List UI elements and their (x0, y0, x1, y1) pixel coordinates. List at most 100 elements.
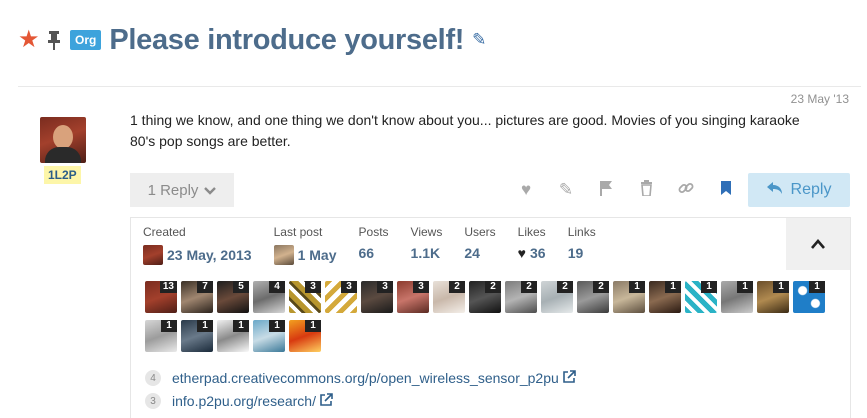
stat-label: Views (410, 225, 443, 239)
participant-avatar[interactable]: 2 (505, 281, 537, 313)
link-item: 3 info.p2pu.org/research/ (145, 393, 576, 409)
trash-icon[interactable] (626, 179, 666, 201)
post-actions: ♥ ✎ (506, 175, 746, 205)
post-count-badge: 3 (305, 281, 321, 293)
link-url[interactable]: info.p2pu.org/research/ (172, 393, 316, 409)
post-count-badge: 1 (269, 320, 285, 332)
link-url[interactable]: etherpad.creativecommons.org/p/open_wire… (172, 370, 559, 386)
stat-label: Users (464, 225, 496, 239)
post-count-badge: 7 (197, 281, 213, 293)
stat-label: Last post (273, 225, 323, 239)
stat-created: Created 23 May, 2013 (143, 225, 252, 265)
avatar[interactable] (273, 245, 294, 265)
username[interactable]: 1L2P (44, 166, 81, 184)
participant-avatar[interactable]: 1 (685, 281, 717, 313)
stat-value: 36 (529, 245, 546, 261)
participant-avatar[interactable]: 1 (145, 320, 177, 352)
heart-icon[interactable]: ♥ (506, 180, 546, 200)
participant-avatar[interactable]: 3 (325, 281, 357, 313)
post-count-badge: 4 (269, 281, 285, 293)
stat-likes: Likes ♥ 36 (518, 225, 546, 265)
post-count-badge: 3 (341, 281, 357, 293)
post-count-badge: 3 (413, 281, 429, 293)
participant-avatar[interactable]: 1 (793, 281, 825, 313)
participant-avatar[interactable]: 2 (469, 281, 501, 313)
stat-label: Links (567, 225, 596, 239)
participant-avatar[interactable]: 1 (649, 281, 681, 313)
post-count-badge: 1 (629, 281, 645, 293)
post-count-badge: 1 (305, 320, 321, 332)
topic-links: 4 etherpad.creativecommons.org/p/open_wi… (145, 370, 576, 416)
stat-label: Posts (358, 225, 389, 239)
avatar[interactable] (143, 245, 163, 265)
pencil-icon[interactable]: ✎ (546, 180, 586, 200)
post-count-badge: 1 (737, 281, 753, 293)
participant-avatar[interactable]: 3 (397, 281, 429, 313)
chevron-down-icon (204, 182, 217, 199)
participant-avatar[interactable]: 5 (217, 281, 249, 313)
participant-avatar[interactable]: 1 (289, 320, 321, 352)
stat-posts: Posts 66 (359, 225, 389, 265)
link-click-count: 3 (145, 393, 161, 409)
post-count-badge: 1 (665, 281, 681, 293)
pin-icon (46, 29, 62, 51)
post-count-badge: 3 (377, 281, 393, 293)
post-count-badge: 1 (701, 281, 717, 293)
external-link-icon (562, 370, 576, 386)
participant-avatar[interactable]: 3 (361, 281, 393, 313)
category-tag[interactable]: Org (70, 30, 102, 50)
participant-avatar[interactable]: 13 (145, 281, 177, 313)
reply-arrow-icon (766, 181, 783, 199)
post-count-badge: 13 (159, 281, 177, 293)
flag-icon[interactable] (586, 180, 626, 201)
post-body: 1 thing we know, and one thing we don't … (130, 112, 800, 149)
stat-value: 19 (567, 245, 584, 261)
post-count-badge: 2 (593, 281, 609, 293)
avatar[interactable] (40, 117, 86, 163)
topic-header: ★ Org Please introduce yourself! ✎ (18, 22, 486, 58)
post-count-badge: 2 (521, 281, 537, 293)
participant-avatar[interactable]: 1 (253, 320, 285, 352)
bookmark-icon[interactable] (706, 180, 746, 201)
participant-avatar[interactable]: 1 (613, 281, 645, 313)
link-item: 4 etherpad.creativecommons.org/p/open_wi… (145, 370, 576, 386)
external-link-icon (320, 393, 333, 409)
post-date[interactable]: 23 May '13 (791, 92, 849, 106)
post-count-badge: 1 (197, 320, 213, 332)
stat-last-post: Last post 1 May (273, 225, 337, 265)
topic-map: Created 23 May, 2013 Last post 1 May Pos… (130, 217, 851, 418)
chevron-up-icon (811, 239, 825, 249)
post-count-badge: 2 (449, 281, 465, 293)
stat-users: Users 24 (464, 225, 495, 265)
reply-button[interactable]: Reply (748, 173, 850, 207)
stat-value: 24 (464, 245, 480, 261)
post-count-badge: 1 (809, 281, 825, 293)
topic-title[interactable]: Please introduce yourself! (109, 24, 464, 57)
participant-avatar[interactable]: 1 (181, 320, 213, 352)
participant-avatar[interactable]: 7 (181, 281, 213, 313)
link-click-count: 4 (145, 370, 161, 386)
replies-toggle-button[interactable]: 1 Reply (130, 173, 234, 207)
link-icon[interactable] (666, 180, 706, 201)
stat-value: 1.1K (410, 245, 441, 261)
stat-label: Created (143, 225, 186, 239)
stat-links: Links 19 (568, 225, 596, 265)
participant-avatar[interactable]: 1 (217, 320, 249, 352)
divider (18, 86, 861, 87)
stat-value: 66 (358, 245, 375, 261)
participant-avatar[interactable]: 1 (757, 281, 789, 313)
topic-stats: Created 23 May, 2013 Last post 1 May Pos… (143, 225, 618, 265)
star-icon[interactable]: ★ (18, 28, 40, 52)
participant-avatar[interactable]: 2 (433, 281, 465, 313)
collapse-map-button[interactable] (786, 218, 850, 270)
stat-value: 1 May (297, 247, 337, 263)
participant-avatar[interactable]: 2 (577, 281, 609, 313)
pencil-icon[interactable]: ✎ (472, 30, 486, 50)
participant-avatar[interactable]: 3 (289, 281, 321, 313)
participant-avatar[interactable]: 2 (541, 281, 573, 313)
participant-avatar[interactable]: 1 (721, 281, 753, 313)
heart-icon: ♥ (517, 245, 526, 261)
post-count-badge: 1 (773, 281, 789, 293)
post-count-badge: 2 (557, 281, 573, 293)
participant-avatar[interactable]: 4 (253, 281, 285, 313)
